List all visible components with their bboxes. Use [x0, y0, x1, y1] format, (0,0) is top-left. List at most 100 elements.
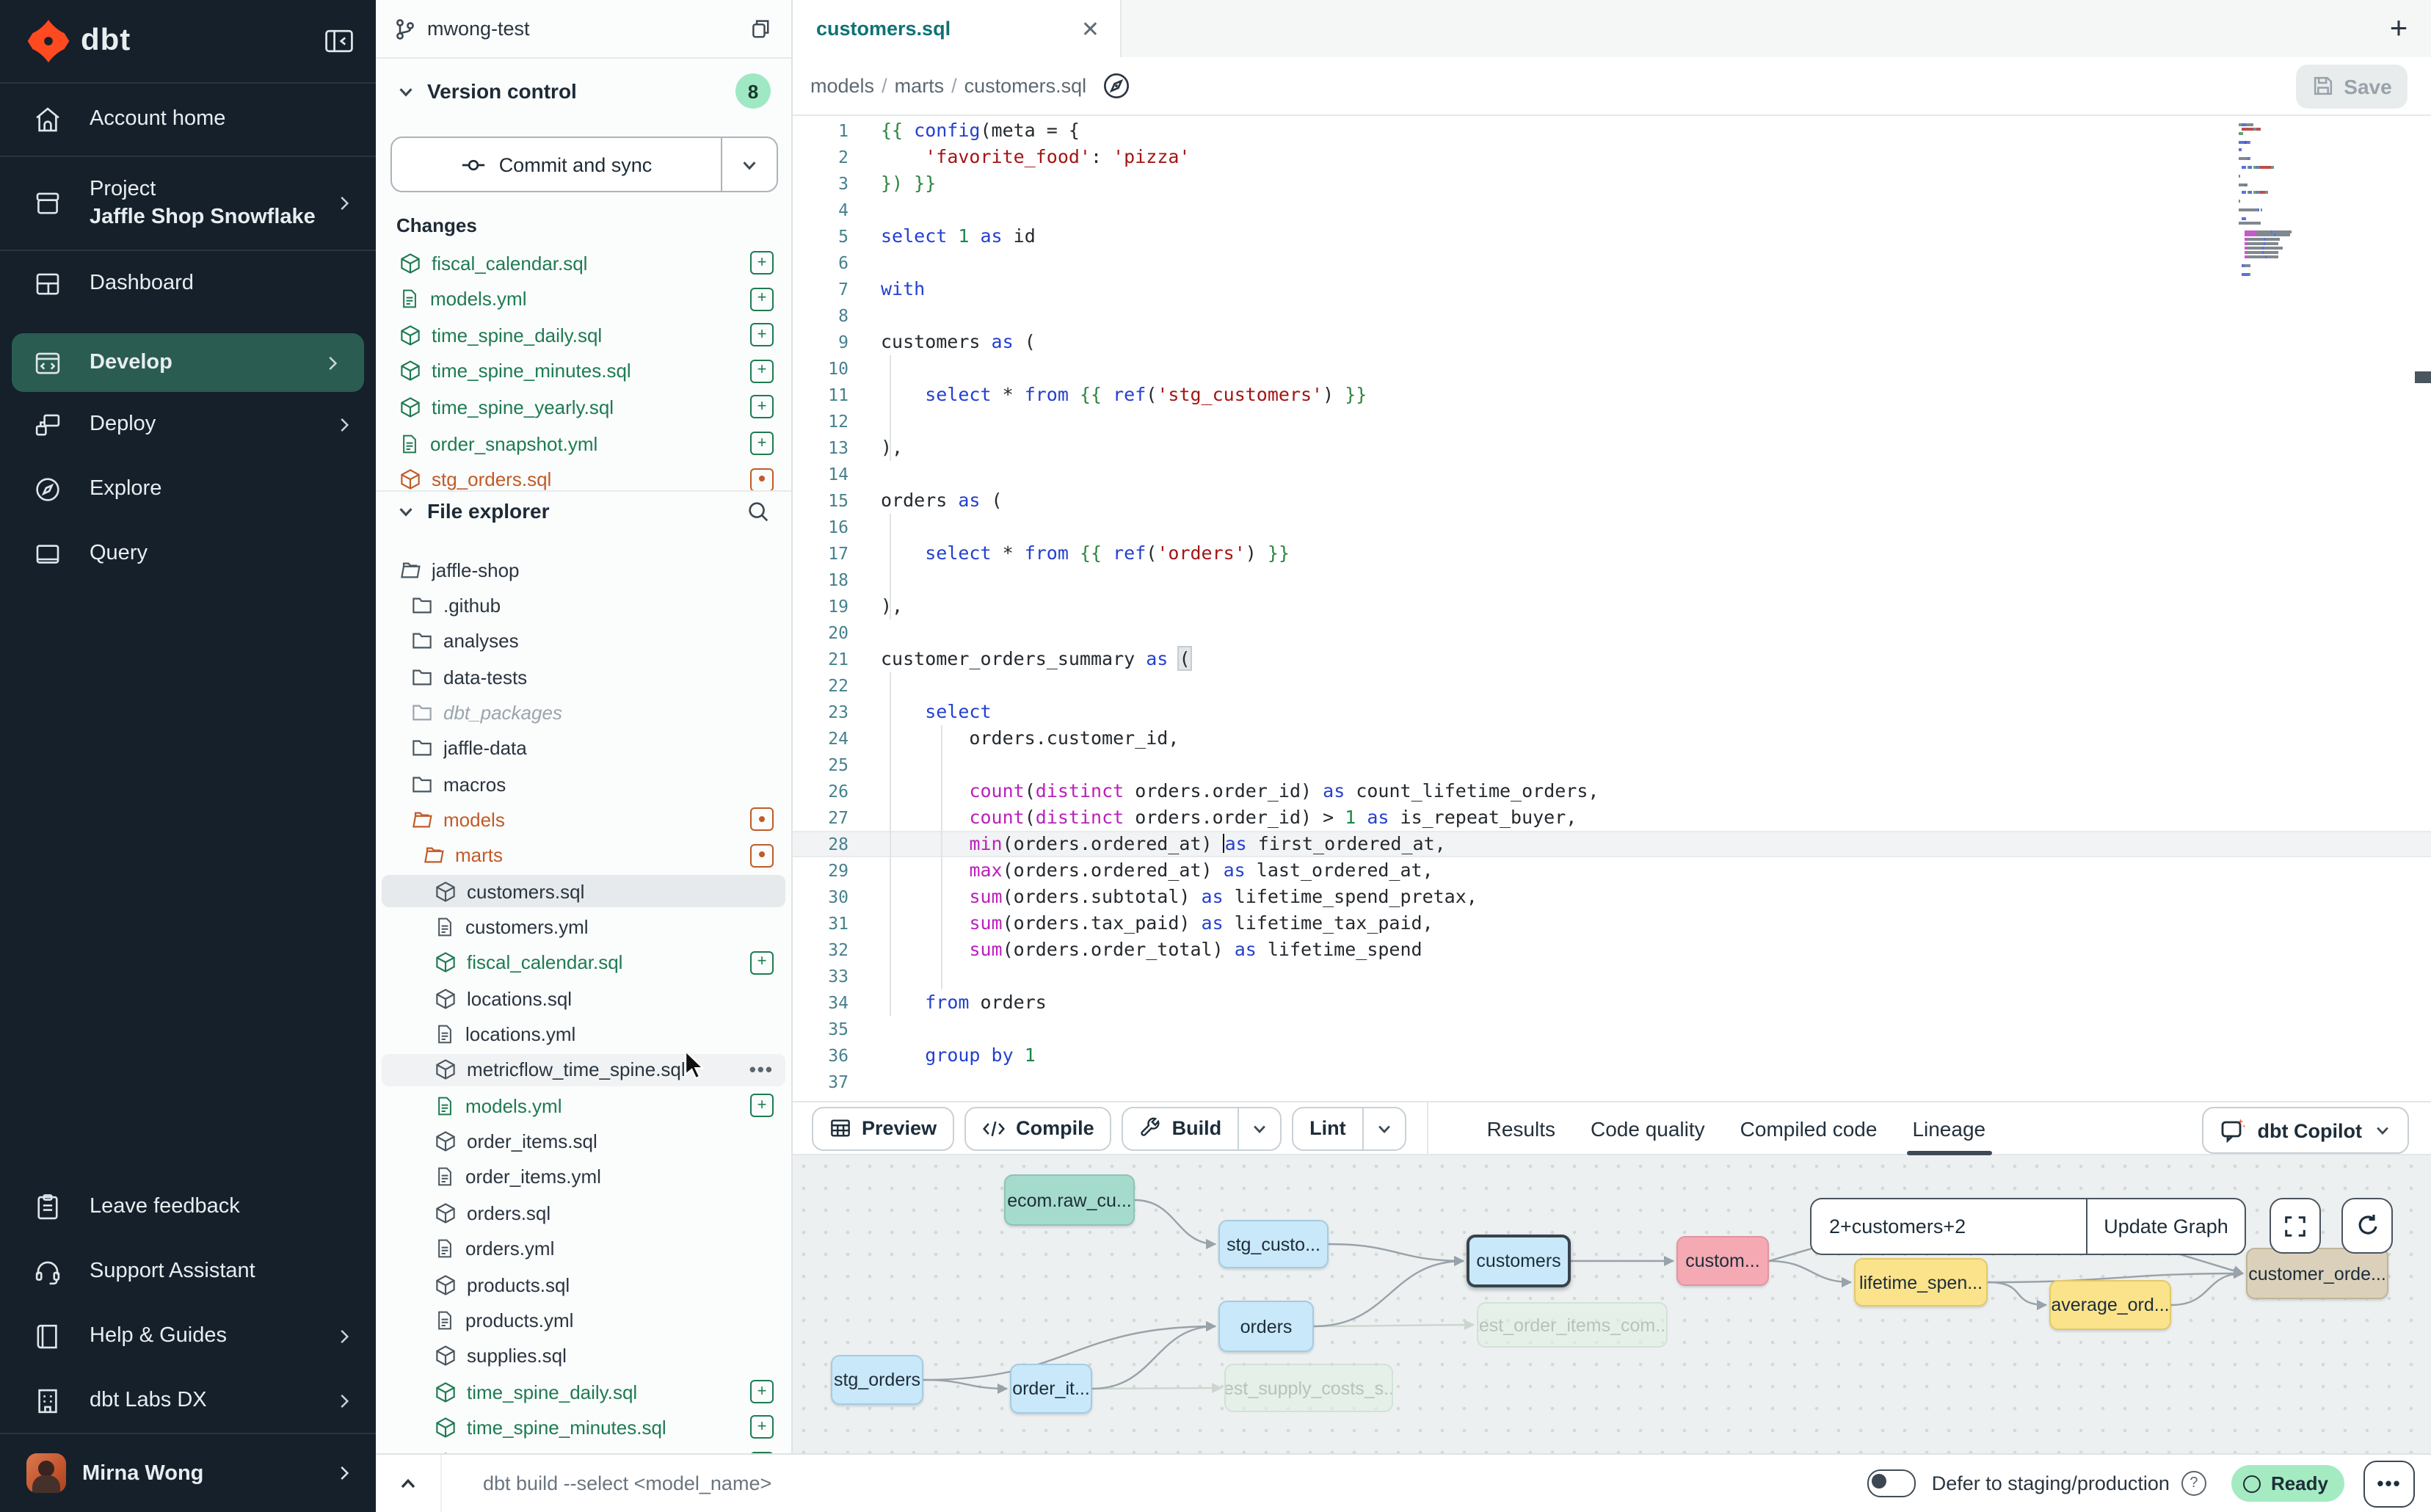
dbt-copilot-button[interactable]: dbt Copilot	[2202, 1107, 2409, 1154]
refresh-button[interactable]	[2341, 1198, 2393, 1254]
search-icon[interactable]	[746, 498, 771, 523]
sidebar-item-deploy[interactable]: Deploy	[0, 392, 376, 457]
chevron-up-icon[interactable]	[376, 1455, 442, 1512]
stage-plus-icon[interactable]: +	[750, 1380, 774, 1403]
stage-plus-icon[interactable]: +	[750, 251, 774, 275]
sidebar-item-leave-feedback[interactable]: Leave feedback	[0, 1174, 376, 1239]
stage-plus-icon[interactable]: +	[750, 360, 774, 383]
file-metricflow_time_spine.sql[interactable]: metricflow_time_spine.sql•••	[382, 1054, 785, 1086]
folder-jaffle-data[interactable]: jaffle-data	[382, 733, 785, 765]
file-customers.yml[interactable]: customers.yml	[382, 911, 785, 943]
stage-plus-icon[interactable]: +	[750, 396, 774, 419]
folder-models[interactable]: models	[382, 804, 785, 836]
file-order_items.sql[interactable]: order_items.sql	[382, 1125, 785, 1157]
build-button[interactable]: Build	[1122, 1106, 1282, 1150]
changed-file-models.yml[interactable]: models.yml+	[382, 283, 785, 315]
commit-options-chevron[interactable]	[721, 138, 777, 191]
sidebar-item-explore[interactable]: Explore	[0, 457, 376, 521]
save-button[interactable]: Save	[2296, 64, 2408, 108]
sidebar-item-help-guides[interactable]: Help & Guides	[0, 1304, 376, 1368]
stage-plus-icon[interactable]: +	[750, 287, 774, 310]
file-explorer-header[interactable]: File explorer	[376, 490, 791, 531]
commit-and-sync-button[interactable]: Commit and sync	[390, 137, 778, 192]
file-time_spine_minutes.sql[interactable]: time_spine_minutes.sql+	[382, 1411, 785, 1444]
modified-dot-icon[interactable]	[750, 468, 774, 490]
lint-button[interactable]: Lint	[1292, 1106, 1406, 1150]
defer-toggle[interactable]	[1867, 1469, 1916, 1497]
user-menu[interactable]: Mirna Wong	[0, 1433, 376, 1512]
compile-button[interactable]: Compile	[964, 1106, 1112, 1150]
modified-dot-icon[interactable]	[750, 844, 774, 868]
changed-file-time_spine_yearly.sql[interactable]: time_spine_yearly.sql+	[382, 391, 785, 424]
changed-file-time_spine_daily.sql[interactable]: time_spine_daily.sql+	[382, 319, 785, 351]
changed-file-time_spine_minutes.sql[interactable]: time_spine_minutes.sql+	[382, 355, 785, 388]
row-menu-icon[interactable]: •••	[749, 1059, 774, 1081]
sidebar-item-dashboard[interactable]: Dashboard	[0, 251, 376, 316]
copilot-compass-icon[interactable]	[1101, 70, 1132, 101]
lineage-node-t_supply[interactable]: test_supply_costs_s...	[1224, 1364, 1393, 1412]
collapse-sidebar-icon[interactable]	[323, 25, 355, 57]
sidebar-item-account-home[interactable]: Account home	[0, 84, 376, 157]
stage-plus-icon[interactable]: +	[750, 432, 774, 455]
file-products.sql[interactable]: products.sql	[382, 1268, 785, 1301]
lineage-node-average[interactable]: average_ord...	[2049, 1280, 2171, 1330]
dbt-command-input[interactable]	[442, 1472, 1393, 1494]
fullscreen-button[interactable]	[2270, 1198, 2321, 1254]
lineage-search-input[interactable]	[1810, 1198, 2086, 1255]
folder-dbt_packages[interactable]: dbt_packages	[382, 697, 785, 729]
tab-customers-sql[interactable]: customers.sql ✕	[793, 0, 1122, 57]
preview-button[interactable]: Preview	[812, 1106, 954, 1150]
crumb-models[interactable]: models	[810, 75, 874, 97]
scrollbar-thumb[interactable]	[2415, 371, 2431, 383]
file-fiscal_calendar.sql[interactable]: fiscal_calendar.sql+	[382, 947, 785, 979]
crumb-marts[interactable]: marts	[895, 75, 945, 97]
sidebar-item-support-assistant[interactable]: Support Assistant	[0, 1239, 376, 1304]
file-locations.sql[interactable]: locations.sql	[382, 982, 785, 1014]
stage-plus-icon[interactable]: +	[750, 1416, 774, 1439]
more-options-button[interactable]: •••	[2363, 1460, 2415, 1507]
tab-code-quality[interactable]: Code quality	[1573, 1102, 1723, 1154]
lint-options-chevron[interactable]	[1362, 1108, 1405, 1149]
close-tab-icon[interactable]: ✕	[1081, 15, 1100, 42]
sidebar-item-develop[interactable]: Develop	[12, 333, 364, 392]
file-customers.sql[interactable]: customers.sql	[382, 875, 785, 907]
build-options-chevron[interactable]	[1238, 1108, 1280, 1149]
lineage-node-customers[interactable]: customers	[1467, 1235, 1571, 1287]
sidebar-item-project[interactable]: ProjectJaffle Shop Snowflake	[0, 157, 376, 251]
file-time_spine_daily.sql[interactable]: time_spine_daily.sql+	[382, 1375, 785, 1408]
new-tab-button[interactable]: +	[2378, 9, 2419, 50]
lineage-node-custom[interactable]: custom...	[1676, 1236, 1769, 1286]
changed-file-stg_orders.sql[interactable]: stg_orders.sql	[382, 463, 785, 490]
help-icon[interactable]: ?	[2181, 1471, 2206, 1496]
file-order_items.yml[interactable]: order_items.yml	[382, 1161, 785, 1193]
folder-marts[interactable]: marts	[382, 840, 785, 872]
update-graph-button[interactable]: Update Graph	[2086, 1198, 2246, 1255]
file-orders.sql[interactable]: orders.sql	[382, 1197, 785, 1229]
file-locations.yml[interactable]: locations.yml	[382, 1018, 785, 1050]
lineage-node-ecom[interactable]: ecom.raw_cu...	[1004, 1174, 1135, 1226]
folder-jaffle-shop[interactable]: jaffle-shop	[382, 553, 785, 586]
lineage-node-cust_ord[interactable]: customer_orde...	[2246, 1248, 2388, 1299]
folder-analyses[interactable]: analyses	[382, 625, 785, 657]
lineage-node-stg_orders[interactable]: stg_orders	[831, 1355, 923, 1405]
lineage-canvas[interactable]: count_lifetim...test_order_items_com...t…	[793, 1155, 2431, 1453]
version-control-header[interactable]: Version control 8	[376, 70, 791, 112]
stage-plus-icon[interactable]: +	[750, 1094, 774, 1118]
tab-compiled-code[interactable]: Compiled code	[1723, 1102, 1895, 1154]
copy-icon[interactable]	[746, 16, 771, 41]
file-orders.yml[interactable]: orders.yml	[382, 1232, 785, 1265]
stage-plus-icon[interactable]: +	[750, 951, 774, 975]
modified-dot-icon[interactable]	[750, 808, 774, 832]
folder-.github[interactable]: .github	[382, 589, 785, 622]
tab-lineage[interactable]: Lineage	[1894, 1102, 2003, 1154]
changed-file-order_snapshot.yml[interactable]: order_snapshot.yml+	[382, 427, 785, 459]
lineage-node-stg_custo[interactable]: stg_custo...	[1218, 1220, 1329, 1268]
lineage-node-lifetime[interactable]: lifetime_spen...	[1854, 1258, 1988, 1306]
lineage-node-orders[interactable]: orders	[1218, 1301, 1314, 1352]
crumb-customers.sql[interactable]: customers.sql	[964, 75, 1087, 97]
folder-macros[interactable]: macros	[382, 768, 785, 800]
tab-results[interactable]: Results	[1469, 1102, 1573, 1154]
folder-data-tests[interactable]: data-tests	[382, 661, 785, 693]
lineage-node-t_order_items[interactable]: test_order_items_com...	[1477, 1302, 1668, 1348]
sidebar-item-dbt-labs-dx[interactable]: dbt Labs DX	[0, 1368, 376, 1433]
